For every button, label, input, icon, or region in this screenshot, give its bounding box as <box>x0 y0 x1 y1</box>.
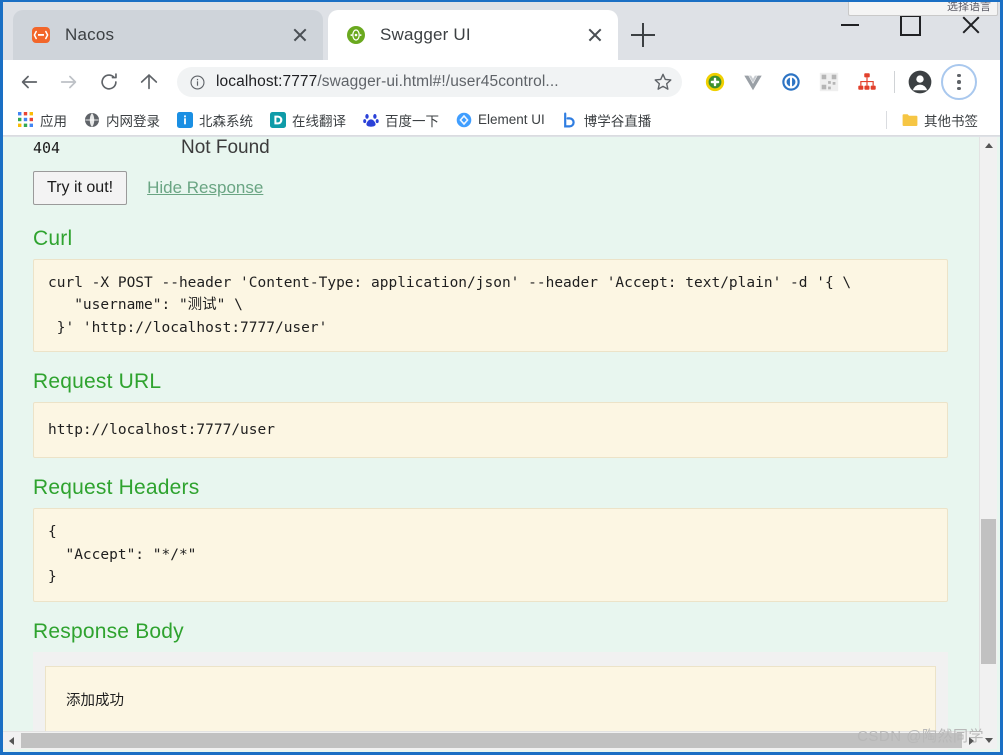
bookmark-label: 北森系统 <box>199 113 253 129</box>
horizontal-scrollbar-thumb[interactable] <box>21 733 962 748</box>
request-url-code-block: http://localhost:7777/user <box>33 402 948 459</box>
tab-close-icon[interactable] <box>582 22 608 48</box>
extension-icons <box>696 67 886 97</box>
scroll-left-arrow-icon[interactable] <box>3 732 20 749</box>
bookmark-label: 内网登录 <box>106 113 160 129</box>
action-row: Try it out! Hide Response <box>17 165 966 209</box>
three-dot-menu-icon[interactable] <box>941 64 977 100</box>
qr-code-extension-icon[interactable] <box>814 67 844 97</box>
bookmarks-bar: 应用 内网登录 北森系统 在线翻译 百度一下 Element UI 博学谷直播 … <box>3 104 1000 136</box>
response-status-row: 404 Not Found <box>17 137 966 165</box>
bookmark-apps[interactable]: 应用 <box>13 107 75 133</box>
bookmark-beisen-system[interactable]: 北森系统 <box>172 107 261 133</box>
request-headers-section-title: Request Headers <box>33 476 200 500</box>
info-circle-icon[interactable] <box>189 74 206 91</box>
response-status-code: 404 <box>33 139 61 157</box>
request-headers-code-block: { "Accept": "*/*" } <box>33 508 948 602</box>
vue-devtools-icon[interactable] <box>738 67 768 97</box>
tab-nacos[interactable]: Nacos <box>13 10 323 60</box>
new-tab-button[interactable] <box>628 20 658 50</box>
tab-title: Nacos <box>65 25 115 44</box>
bookmark-element-ui[interactable]: Element UI <box>451 107 553 133</box>
profile-avatar-icon[interactable] <box>903 65 937 99</box>
hide-response-link[interactable]: Hide Response <box>147 178 263 198</box>
forward-arrow-icon[interactable] <box>51 64 87 100</box>
bookmark-label: 在线翻译 <box>292 113 346 129</box>
bookmark-label: 应用 <box>40 113 67 129</box>
tab-strip: Nacos Swagger UI 选择语言 <box>3 2 1000 60</box>
toolbar-divider <box>894 71 895 93</box>
home-icon[interactable] <box>131 64 167 100</box>
apps-grid-icon <box>17 111 34 128</box>
page-viewport: 404 Not Found Try it out! Hide Response … <box>3 137 1000 752</box>
bookmark-label: 百度一下 <box>385 113 439 129</box>
scroll-up-arrow-icon[interactable] <box>980 137 997 154</box>
bookmark-online-translate[interactable]: 在线翻译 <box>265 107 354 133</box>
address-bar-path: /swagger-ui.html#!/user45control... <box>317 73 559 90</box>
scroll-right-arrow-icon[interactable] <box>963 732 980 749</box>
try-it-out-button[interactable]: Try it out! <box>33 171 128 205</box>
element-ui-icon <box>455 111 472 128</box>
vertical-scrollbar-thumb[interactable] <box>981 519 996 664</box>
globe-icon <box>83 111 100 128</box>
star-icon[interactable] <box>652 71 674 93</box>
deepl-icon <box>269 111 286 128</box>
reload-icon[interactable] <box>91 64 127 100</box>
bookmark-other-bookmarks[interactable]: 其他书签 <box>897 107 986 133</box>
scroll-down-arrow-icon[interactable] <box>980 732 997 749</box>
vertical-scrollbar[interactable] <box>979 137 997 749</box>
tab-close-icon[interactable] <box>287 22 313 48</box>
request-url-section-title: Request URL <box>33 370 162 393</box>
back-arrow-icon[interactable] <box>11 64 47 100</box>
folder-icon <box>901 111 918 128</box>
nacos-icon <box>32 27 50 43</box>
page-content: 404 Not Found Try it out! Hide Response … <box>3 137 980 752</box>
info-square-icon <box>176 111 193 128</box>
bookmark-boxuegu-live[interactable]: 博学谷直播 <box>557 107 660 133</box>
browser-toolbar: localhost:7777/swagger-ui.html#!/user45c… <box>3 60 1000 104</box>
b-letter-icon <box>561 111 578 128</box>
horizontal-scrollbar[interactable] <box>3 731 980 749</box>
curl-section-title: Curl <box>33 226 73 250</box>
bookmark-label: 博学谷直播 <box>583 113 652 129</box>
response-body-code-block: 添加成功 <box>45 665 936 736</box>
tab-swagger-ui[interactable]: Swagger UI <box>328 10 618 60</box>
curl-code-block: curl -X POST --header 'Content-Type: app… <box>33 258 948 352</box>
bookmarks-divider <box>886 110 887 129</box>
address-bar-host: localhost:7777 <box>216 73 318 90</box>
language-selector-label: 选择语言 <box>947 1 991 13</box>
tab-title: Swagger UI <box>380 25 471 44</box>
response-status-text: Not Found <box>181 137 270 158</box>
swagger-icon <box>347 26 365 44</box>
three-dot-glyph <box>957 73 961 91</box>
address-bar[interactable]: localhost:7777/swagger-ui.html#!/user45c… <box>177 67 682 97</box>
bookmark-label: Element UI <box>478 112 545 127</box>
swagger-ui-page: 404 Not Found Try it out! Hide Response … <box>3 137 980 750</box>
sitemap-extension-icon[interactable] <box>852 67 882 97</box>
address-bar-url: localhost:7777/swagger-ui.html#!/user45c… <box>216 73 644 91</box>
adblock-extension-icon[interactable] <box>700 67 730 97</box>
baidu-paw-icon <box>362 111 379 128</box>
blue-ring-extension-icon[interactable] <box>776 67 806 97</box>
language-selector-chip[interactable]: 选择语言 <box>848 1 998 16</box>
bookmark-label: 其他书签 <box>924 113 978 129</box>
response-body-section-title: Response Body <box>33 619 184 643</box>
bookmark-intranet-login[interactable]: 内网登录 <box>79 107 168 133</box>
bookmark-baidu[interactable]: 百度一下 <box>358 107 447 133</box>
browser-window: Nacos Swagger UI 选择语言 localhost:7777/swa… <box>0 0 1003 755</box>
